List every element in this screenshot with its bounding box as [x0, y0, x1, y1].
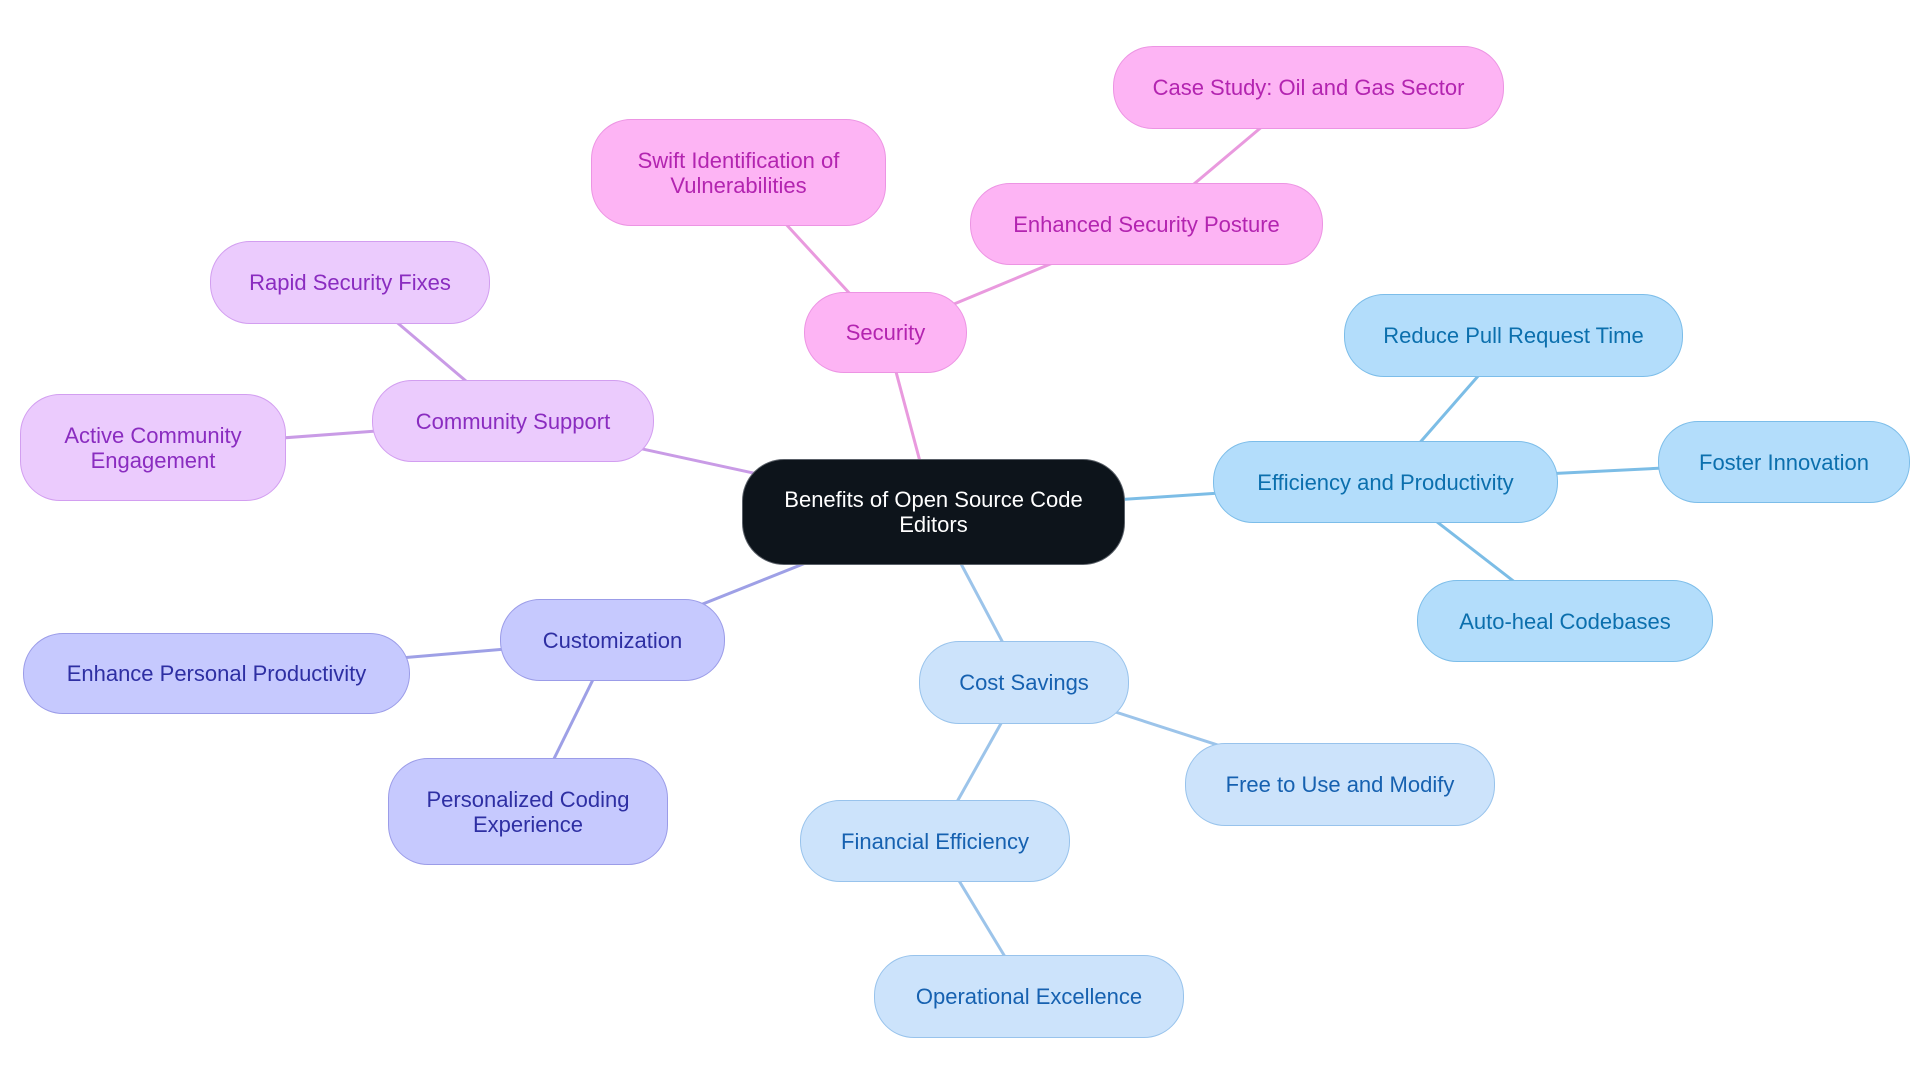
node-operational-excellence[interactable]: Operational Excellence — [874, 955, 1184, 1038]
node-case-study[interactable]: Case Study: Oil and Gas Sector — [1113, 46, 1504, 129]
node-enhanced-security-posture[interactable]: Enhanced Security Posture — [970, 183, 1323, 265]
node-free-to-use-and-modify[interactable]: Free to Use and Modify — [1185, 743, 1495, 826]
node-customization[interactable]: Customization — [500, 599, 725, 681]
node-security[interactable]: Security — [804, 292, 967, 373]
node-reduce-pull-request-time[interactable]: Reduce Pull Request Time — [1344, 294, 1683, 377]
root-node[interactable]: Benefits of Open Source Code Editors — [742, 459, 1125, 565]
node-foster-innovation[interactable]: Foster Innovation — [1658, 421, 1910, 503]
node-personalized-coding-experience[interactable]: Personalized Coding Experience — [388, 758, 668, 865]
node-enhance-personal-productivity[interactable]: Enhance Personal Productivity — [23, 633, 410, 714]
node-auto-heal-codebases[interactable]: Auto-heal Codebases — [1417, 580, 1713, 662]
node-swift-identification[interactable]: Swift Identification of Vulnerabilities — [591, 119, 886, 226]
node-financial-efficiency[interactable]: Financial Efficiency — [800, 800, 1070, 882]
node-community-support[interactable]: Community Support — [372, 380, 654, 462]
node-active-community-engagement[interactable]: Active Community Engagement — [20, 394, 286, 501]
node-cost-savings[interactable]: Cost Savings — [919, 641, 1129, 724]
node-efficiency-productivity[interactable]: Efficiency and Productivity — [1213, 441, 1558, 523]
node-rapid-security-fixes[interactable]: Rapid Security Fixes — [210, 241, 490, 324]
